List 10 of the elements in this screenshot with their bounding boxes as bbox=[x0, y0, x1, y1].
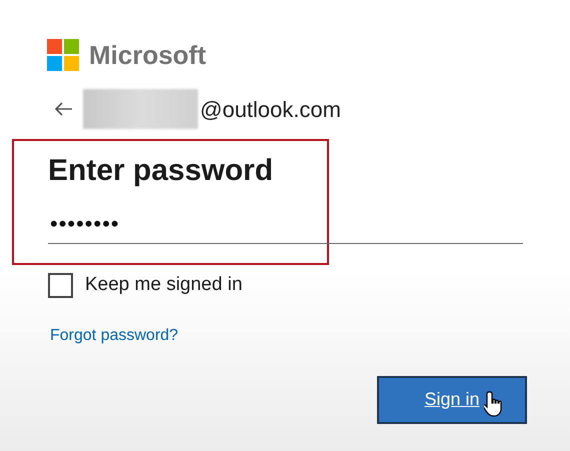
logo-icon bbox=[47, 39, 79, 71]
brand-name: Microsoft bbox=[89, 42, 206, 68]
page-heading: Enter password bbox=[48, 153, 274, 189]
back-arrow-icon[interactable] bbox=[55, 102, 73, 116]
forgot-password-link[interactable]: Forgot password? bbox=[50, 324, 178, 348]
password-field[interactable]: •••••••• bbox=[48, 204, 523, 244]
account-email: @outlook.com bbox=[200, 96, 341, 124]
checkbox-label: Keep me signed in bbox=[85, 273, 242, 297]
checkbox[interactable] bbox=[48, 272, 73, 298]
sign-in-button[interactable]: Sign in bbox=[377, 376, 527, 424]
